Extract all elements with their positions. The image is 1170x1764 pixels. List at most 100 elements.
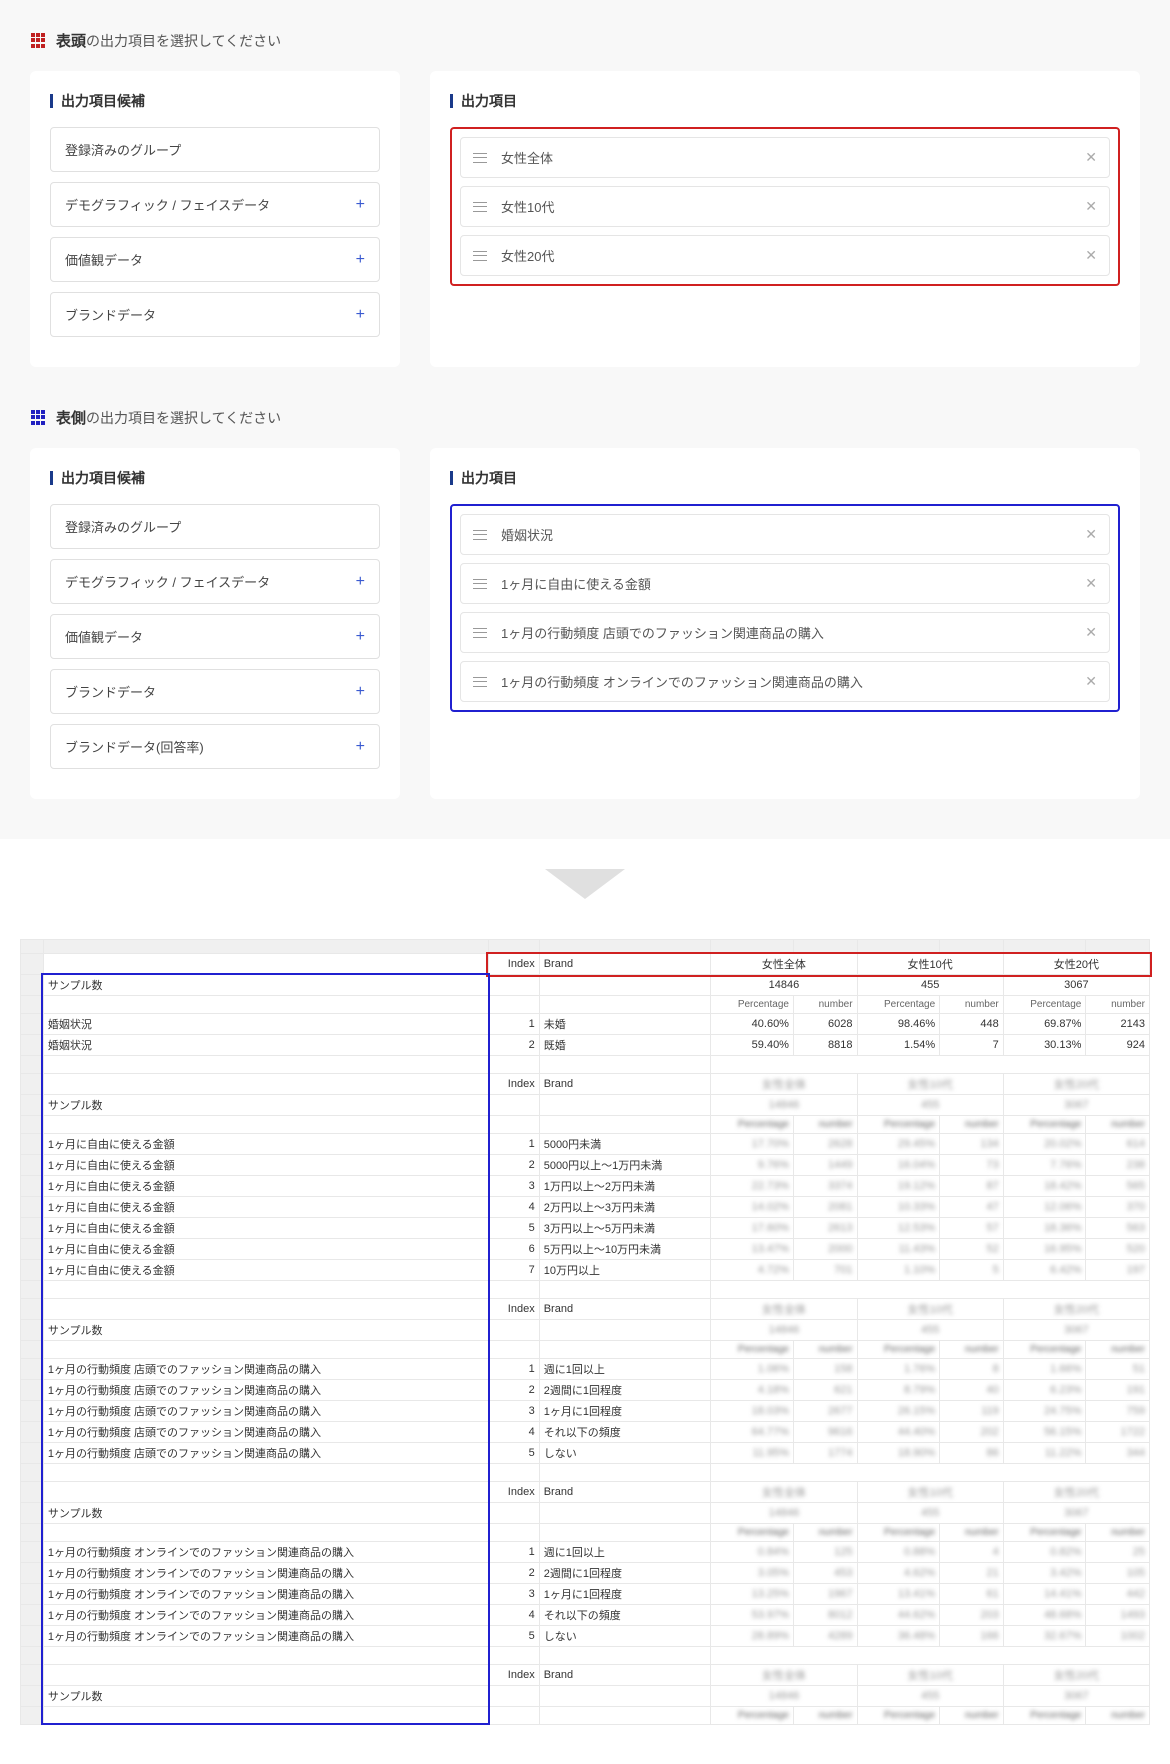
option-label: 5万円以上〜10万円未満 [539,1239,711,1260]
close-icon[interactable]: ✕ [1085,149,1097,166]
col-group-1: 女性10代 [857,954,1003,975]
row-label: 1ヶ月の行動頻度 店頭でのファッション関連商品の購入 [43,1443,488,1464]
selected-label: 女性20代 [501,246,554,265]
selected-item[interactable]: 1ヶ月の行動頻度 オンラインでのファッション関連商品の購入✕ [460,661,1110,702]
num-value: 134 [940,1134,1004,1155]
num-value: 52 [940,1239,1004,1260]
pct-value: 6.23% [1003,1380,1086,1401]
num-value: 2628 [793,1134,857,1155]
pct-value: 12.06% [1003,1197,1086,1218]
close-icon[interactable]: ✕ [1085,575,1097,592]
option-label: 5000円未満 [539,1134,711,1155]
num-value: 2000 [793,1239,857,1260]
drag-handle-icon[interactable] [473,530,487,540]
selected-item[interactable]: 婚姻状況✕ [460,514,1110,555]
pct-value: 1.76% [857,1359,940,1380]
row-label: 1ヶ月の行動頻度 オンラインでのファッション関連商品の購入 [43,1563,488,1584]
pct-value: 18.03% [711,1401,794,1422]
option-label: 5000円以上〜1万円未満 [539,1155,711,1176]
grid-icon [30,410,46,426]
drag-handle-icon[interactable] [473,251,487,261]
row-label: 1ヶ月の行動頻度 店頭でのファッション関連商品の購入 [43,1422,488,1443]
plus-icon[interactable]: + [356,196,365,214]
section1-title-bold: 表頭 [56,33,86,50]
num-value: 119 [940,1401,1004,1422]
section2-selected-box: 婚姻状況✕ 1ヶ月に自由に使える金額✕ 1ヶ月の行動頻度 店頭でのファッション関連商… [450,504,1120,712]
pct-value: 19.12% [857,1176,940,1197]
candidate-label: ブランドデータ [65,305,156,324]
candidate-item[interactable]: デモグラフィック / フェイスデータ + [50,559,380,604]
candidate-item[interactable]: ブランドデータ + [50,292,380,337]
option-label: それ以下の頻度 [539,1422,711,1443]
num-value: 105 [1086,1563,1150,1584]
candidate-item[interactable]: 価値観データ + [50,614,380,659]
candidate-label: デモグラフィック / フェイスデータ [65,572,270,591]
plus-icon[interactable]: + [356,251,365,269]
plus-icon[interactable]: + [356,683,365,701]
pct-value: 17.70% [711,1134,794,1155]
drag-handle-icon[interactable] [473,202,487,212]
drag-handle-icon[interactable] [473,677,487,687]
close-icon[interactable]: ✕ [1085,247,1097,264]
option-label: 1ヶ月に1回程度 [539,1584,711,1605]
option-label: それ以下の頻度 [539,1605,711,1626]
sample-1: 455 [857,975,1003,996]
candidate-item[interactable]: 登録済みのグループ [50,504,380,549]
pct-value: 44.40% [857,1422,940,1443]
pct-value: 32.67% [1003,1626,1086,1647]
index-header: Index [488,954,539,975]
candidates-title: 出力項目候補 [50,468,380,488]
selected-item[interactable]: 女性全体✕ [460,137,1110,178]
num-value: 73 [940,1155,1004,1176]
close-icon[interactable]: ✕ [1085,198,1097,215]
pct-value: 1.66% [1003,1359,1086,1380]
sample-label: サンプル数 [43,1095,488,1116]
close-icon[interactable]: ✕ [1085,673,1097,690]
num-value: 8818 [793,1035,857,1056]
num-value: 191 [1086,1380,1150,1401]
pct-value: 9.76% [711,1155,794,1176]
close-icon[interactable]: ✕ [1085,526,1097,543]
drag-handle-icon[interactable] [473,153,487,163]
candidate-label: デモグラフィック / フェイスデータ [65,195,270,214]
num-value: 453 [793,1563,857,1584]
num-value: 87 [940,1176,1004,1197]
option-label: 1ヶ月に1回程度 [539,1401,711,1422]
num-value: 448 [940,1014,1004,1035]
close-icon[interactable]: ✕ [1085,624,1097,641]
num-value: 166 [940,1626,1004,1647]
option-label: 2万円以上〜3万円未満 [539,1197,711,1218]
pct-value: 7.76% [1003,1155,1086,1176]
candidate-item[interactable]: 価値観データ+ [50,237,380,282]
selected-item[interactable]: 1ヶ月の行動頻度 店頭でのファッション関連商品の購入✕ [460,612,1110,653]
drag-handle-icon[interactable] [473,628,487,638]
num-value: 61 [940,1584,1004,1605]
num-value: 1774 [793,1443,857,1464]
pct-value: 64.77% [711,1422,794,1443]
pct-value: 20.02% [1003,1134,1086,1155]
option-label: 10万円以上 [539,1260,711,1281]
candidate-item[interactable]: デモグラフィック / フェイスデータ + [50,182,380,227]
col-group-2: 女性20代 [1003,954,1149,975]
candidate-item[interactable]: ブランドデータ+ [50,669,380,714]
pct-value: 0.82% [1003,1542,1086,1563]
plus-icon[interactable]: + [356,573,365,591]
section2-candidates-panel: 出力項目候補 登録済みのグループデモグラフィック / フェイスデータ+価値観デー… [30,448,400,799]
num-value: 520 [1086,1239,1150,1260]
candidate-label: 価値観データ [65,627,143,646]
section2-selected-panel: 出力項目 婚姻状況✕1ヶ月に自由に使える金額✕1ヶ月の行動頻度 店頭でのファッシ… [430,448,1140,799]
plus-icon[interactable]: + [356,738,365,756]
pct-value: 12.53% [857,1218,940,1239]
num-value: 158 [793,1359,857,1380]
drag-handle-icon[interactable] [473,579,487,589]
num-value: 701 [793,1260,857,1281]
num-value: 759 [1086,1401,1150,1422]
selected-item[interactable]: 女性10代✕ [460,186,1110,227]
candidate-item[interactable]: ブランドデータ(回答率)+ [50,724,380,769]
plus-icon[interactable]: + [356,306,365,324]
candidate-item[interactable]: 登録済みのグループ [50,127,380,172]
selected-item[interactable]: 女性20代 ✕ [460,235,1110,276]
pct-value: 53.97% [711,1605,794,1626]
plus-icon[interactable]: + [356,628,365,646]
selected-item[interactable]: 1ヶ月に自由に使える金額✕ [460,563,1110,604]
